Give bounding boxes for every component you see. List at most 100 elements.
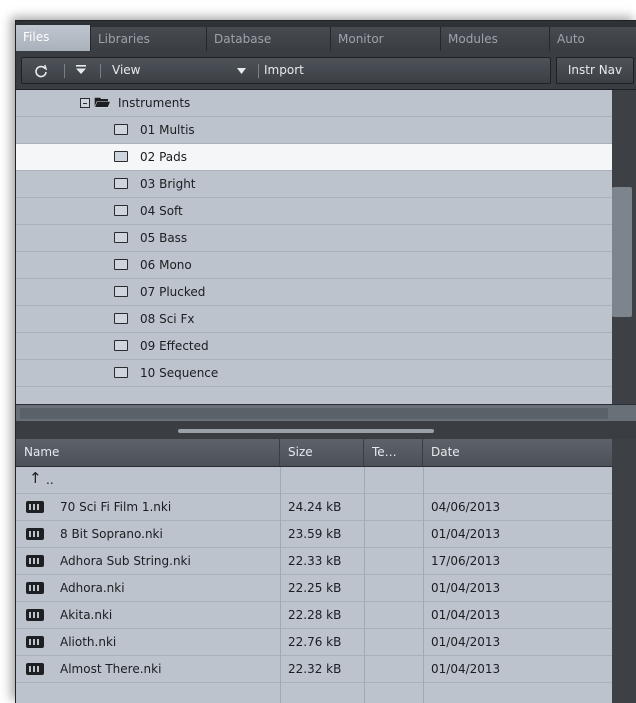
instrument-icon — [26, 636, 44, 648]
tree-folder-item[interactable]: 08 Sci Fx — [16, 306, 612, 333]
tree-folder-item[interactable]: 06 Mono — [16, 252, 612, 279]
refresh-button[interactable] — [26, 58, 56, 83]
table-row-partial[interactable] — [16, 683, 612, 703]
refresh-icon — [35, 64, 48, 78]
splitter-handle[interactable] — [178, 429, 434, 433]
tab-auto[interactable]: Auto — [550, 27, 636, 51]
tree-scrollbar-thumb[interactable] — [612, 187, 632, 317]
toolbar-separator — [100, 64, 101, 78]
column-divider — [280, 467, 281, 703]
toolbar-separator — [258, 64, 259, 78]
tree-label: 03 Bright — [140, 177, 196, 191]
tree-label: 07 Plucked — [140, 285, 206, 299]
import-button[interactable]: Import — [262, 58, 312, 83]
cell-date: 04/06/2013 — [431, 500, 501, 514]
table-row[interactable]: Akita.nki 22.28 kB 01/04/2013 — [16, 602, 612, 629]
tree-horizontal-scrollbar[interactable] — [16, 404, 636, 421]
tree-folder-item[interactable]: 07 Plucked — [16, 279, 612, 306]
tab-bar: Files Libraries Database Monitor Modules… — [16, 21, 636, 51]
folder-icon — [114, 151, 128, 162]
cell-size: 22.32 kB — [288, 662, 342, 676]
column-header-date[interactable]: Date — [423, 439, 612, 466]
column-header-name[interactable]: Name — [16, 439, 280, 466]
cell-name: 70 Sci Fi Film 1.nki — [60, 500, 172, 514]
cell-date: 01/04/2013 — [431, 581, 501, 595]
file-browser-window: Files Libraries Database Monitor Modules… — [15, 20, 636, 703]
column-header-te[interactable]: Te… — [364, 439, 423, 466]
up-arrow-icon: ↑ — [29, 469, 42, 487]
cell-date: 17/06/2013 — [431, 554, 501, 568]
table-row[interactable]: Alioth.nki 22.76 kB 01/04/2013 — [16, 629, 612, 656]
table-row-parent[interactable]: ↑ .. — [16, 467, 612, 494]
table-row[interactable]: Adhora.nki 22.25 kB 01/04/2013 — [16, 575, 612, 602]
folder-icon — [114, 313, 128, 324]
cell-name: 8 Bit Soprano.nki — [60, 527, 163, 541]
tab-monitor[interactable]: Monitor — [331, 27, 441, 51]
table-row[interactable]: 70 Sci Fi Film 1.nki 24.24 kB 04/06/2013 — [16, 494, 612, 521]
instrument-icon — [26, 555, 44, 567]
cell-name: Adhora Sub String.nki — [60, 554, 191, 568]
tree-folder-item-selected[interactable]: 02 Pads — [16, 144, 612, 171]
column-divider — [364, 467, 365, 703]
table-row[interactable]: Adhora Sub String.nki 22.33 kB 17/06/201… — [16, 548, 612, 575]
cell-date: 01/04/2013 — [431, 608, 501, 622]
folder-tree: Instruments 01 Multis 02 Pads 03 Bright … — [16, 90, 612, 404]
folder-open-icon — [94, 97, 111, 108]
cell-name: Alioth.nki — [60, 635, 117, 649]
tree-folder-item[interactable]: 05 Bass — [16, 225, 612, 252]
tree-label: 09 Effected — [140, 339, 209, 353]
table-row[interactable]: Almost There.nki 22.32 kB 01/04/2013 — [16, 656, 612, 683]
folder-icon — [114, 232, 128, 243]
cell-date: 01/04/2013 — [431, 527, 501, 541]
tree-label: 05 Bass — [140, 231, 188, 245]
cell-size: 22.25 kB — [288, 581, 342, 595]
options-menu-button[interactable] — [70, 58, 92, 83]
tree-label: 08 Sci Fx — [140, 312, 195, 326]
tree-folder-item[interactable]: 04 Soft — [16, 198, 612, 225]
tree-folder-item[interactable]: 03 Bright — [16, 171, 612, 198]
cell-size: 22.28 kB — [288, 608, 342, 622]
instrument-icon — [26, 663, 44, 675]
toolbar: View Import Instr Nav — [16, 51, 636, 90]
cell-name: Almost There.nki — [60, 662, 162, 676]
folder-icon — [114, 205, 128, 216]
instrument-icon — [26, 528, 44, 540]
tab-libraries[interactable]: Libraries — [91, 27, 207, 51]
tree-label: 06 Mono — [140, 258, 192, 272]
column-divider — [423, 467, 424, 703]
view-dropdown[interactable]: View — [106, 58, 256, 83]
tree-label: 04 Soft — [140, 204, 183, 218]
cell-size: 23.59 kB — [288, 527, 342, 541]
tab-modules[interactable]: Modules — [441, 27, 550, 51]
instrument-icon — [26, 582, 44, 594]
cell-size: 22.33 kB — [288, 554, 342, 568]
folder-icon — [114, 259, 128, 270]
folder-icon — [114, 286, 128, 297]
folder-icon — [114, 367, 128, 378]
column-header-size[interactable]: Size — [280, 439, 364, 466]
tab-database[interactable]: Database — [207, 27, 331, 51]
table-row[interactable]: 8 Bit Soprano.nki 23.59 kB 01/04/2013 — [16, 521, 612, 548]
cell-name: Akita.nki — [60, 608, 113, 622]
cell-size: 24.24 kB — [288, 500, 342, 514]
tree-folder-item[interactable]: 01 Multis — [16, 117, 612, 144]
instr-nav-button[interactable]: Instr Nav — [556, 57, 634, 84]
tree-row-instruments[interactable]: Instruments — [16, 90, 612, 117]
file-table: ↑ .. 70 Sci Fi Film 1.nki 24.24 kB 04/06… — [16, 467, 612, 703]
cell-name: Adhora.nki — [60, 581, 125, 595]
tree-label: 10 Sequence — [140, 366, 219, 380]
table-scrollbar[interactable] — [612, 439, 636, 703]
parent-dir-label: .. — [46, 473, 54, 487]
instrument-icon — [26, 501, 44, 513]
folder-icon — [114, 178, 128, 189]
file-table-header: Name Size Te… Date — [16, 439, 612, 467]
collapse-icon[interactable] — [80, 98, 90, 108]
instrument-icon — [26, 609, 44, 621]
tree-folder-item[interactable]: 10 Sequence — [16, 360, 612, 387]
triangle-down-icon — [237, 68, 246, 74]
toolbar-group: View Import — [21, 57, 551, 84]
triangle-down-icon — [76, 65, 86, 74]
tab-files[interactable]: Files — [16, 25, 91, 51]
tree-folder-item[interactable]: 09 Effected — [16, 333, 612, 360]
tree-label: Instruments — [118, 96, 191, 110]
